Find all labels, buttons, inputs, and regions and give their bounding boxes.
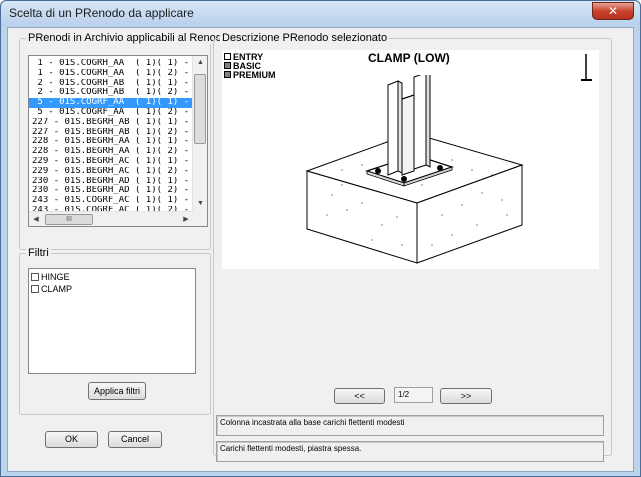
- list-item[interactable]: 228 - 01S.BEGRH_AA ( 1)( 1) - Trave ince…: [29, 137, 193, 147]
- description-field-2: Carichi flettenti modesti, piastra spess…: [216, 441, 604, 462]
- list-item[interactable]: 227 - 01S.BEGRH_AB ( 1)( 2) - Trave ince…: [29, 128, 193, 138]
- title-bar[interactable]: Scelta di un PRenodo da applicare ✕: [1, 1, 640, 25]
- scroll-right-arrow-icon[interactable]: ▶: [179, 212, 193, 226]
- list-item[interactable]: 2 - 01S.COGRH_AB ( 1)( 2) - Colonna ince…: [29, 88, 193, 98]
- description-group: Descrizione PRenodo selezionato ENTRY BA…: [213, 32, 612, 462]
- list-item[interactable]: 229 - 01S.BEGRH_AC ( 1)( 2) - Trave ince…: [29, 167, 193, 177]
- filters-group: Filtri HINGE CLAMP Applica filtri: [19, 247, 211, 415]
- grip-icon: III: [66, 216, 72, 223]
- column-symbol-icon: [581, 54, 592, 81]
- clamp-column-drawing-icon: [305, 75, 524, 264]
- filters-group-title: Filtri: [26, 247, 51, 259]
- ok-button[interactable]: OK: [45, 431, 98, 448]
- prenodi-group: PRenodi in Archivio applicabili al Renod…: [19, 32, 267, 250]
- prenodi-listbox[interactable]: 1 - 01S.COGRH_AA ( 1)( 1) - Colonna ince…: [28, 55, 208, 227]
- cancel-button[interactable]: Cancel: [108, 431, 162, 448]
- next-page-button[interactable]: >>: [440, 388, 492, 404]
- list-item[interactable]: 227 - 01S.BEGRH_AB ( 1)( 1) - Trave ince…: [29, 118, 193, 128]
- prenodi-list: 1 - 01S.COGRH_AA ( 1)( 1) - Colonna ince…: [29, 59, 193, 211]
- list-item[interactable]: 1 - 01S.COGRH_AA ( 1)( 2) - Colonna ince…: [29, 69, 193, 79]
- scroll-left-arrow-icon[interactable]: ◀: [29, 212, 43, 226]
- list-item[interactable]: 228 - 01S.BEGRH_AA ( 1)( 2) - Trave ince…: [29, 147, 193, 157]
- list-item[interactable]: 229 - 01S.BEGRH_AC ( 1)( 1) - Trave ince…: [29, 157, 193, 167]
- legend-premium: PREMIUM: [224, 70, 276, 80]
- list-item[interactable]: 230 - 01S.BEGRH_AD ( 1)( 1) - Trave ince…: [29, 177, 193, 187]
- description-group-title: Descrizione PRenodo selezionato: [220, 32, 390, 44]
- vertical-scroll-thumb[interactable]: [194, 74, 206, 144]
- close-button[interactable]: ✕: [592, 2, 634, 20]
- horizontal-scrollbar[interactable]: ◀ III ▶: [29, 211, 193, 226]
- legend-premium-label: PREMIUM: [233, 70, 276, 80]
- preview-title: CLAMP (LOW): [368, 51, 450, 65]
- basic-swatch: [224, 62, 231, 70]
- vertical-scrollbar[interactable]: ▲ ▼: [192, 56, 207, 211]
- window-title: Scelta di un PRenodo da applicare: [9, 6, 194, 20]
- list-item[interactable]: 2 - 01S.COGRH_AB ( 1)( 1) - Colonna ince…: [29, 79, 193, 89]
- horizontal-scroll-thumb[interactable]: III: [45, 214, 93, 225]
- filter-label-clamp: CLAMP: [41, 284, 73, 294]
- filters-checklist: HINGE CLAMP: [28, 268, 196, 374]
- scroll-down-arrow-icon[interactable]: ▼: [193, 197, 207, 211]
- dialog-window: Scelta di un PRenodo da applicare ✕ PRen…: [0, 0, 641, 477]
- prenodo-preview: ENTRY BASIC PREMIUM CLAMP (LOW): [222, 50, 599, 269]
- list-item[interactable]: 5 - 01S.COGRF_AA ( 1)( 1) - Colonna inca…: [29, 98, 193, 108]
- scroll-corner: [192, 211, 207, 226]
- list-item[interactable]: 1 - 01S.COGRH_AA ( 1)( 1) - Colonna ince…: [29, 59, 193, 69]
- list-item[interactable]: 243 - 01S.COGRF_AC ( 1)( 1) - Colonna in…: [29, 196, 193, 206]
- filter-label-hinge: HINGE: [41, 272, 70, 282]
- filter-item-clamp[interactable]: CLAMP: [31, 283, 72, 295]
- description-field-1: Colonna incastrata alla base carichi fle…: [216, 415, 604, 436]
- page-indicator: 1/2: [394, 387, 433, 403]
- previous-page-button[interactable]: <<: [334, 388, 385, 404]
- list-item[interactable]: 230 - 01S.BEGRH_AD ( 1)( 2) - Trave ince…: [29, 186, 193, 196]
- clamp-checkbox[interactable]: [31, 284, 39, 293]
- list-item[interactable]: 5 - 01S.COGRF_AA ( 1)( 2) - Colonna inca…: [29, 108, 193, 118]
- entry-swatch: [224, 53, 231, 61]
- dialog-client-area: PRenodi in Archivio applicabili al Renod…: [7, 27, 634, 472]
- hinge-checkbox[interactable]: [31, 272, 39, 281]
- filter-item-hinge[interactable]: HINGE: [31, 271, 70, 283]
- close-icon: ✕: [607, 4, 619, 18]
- premium-swatch: [224, 71, 231, 79]
- scroll-up-arrow-icon[interactable]: ▲: [193, 56, 207, 70]
- apply-filters-button[interactable]: Applica filtri: [88, 382, 146, 400]
